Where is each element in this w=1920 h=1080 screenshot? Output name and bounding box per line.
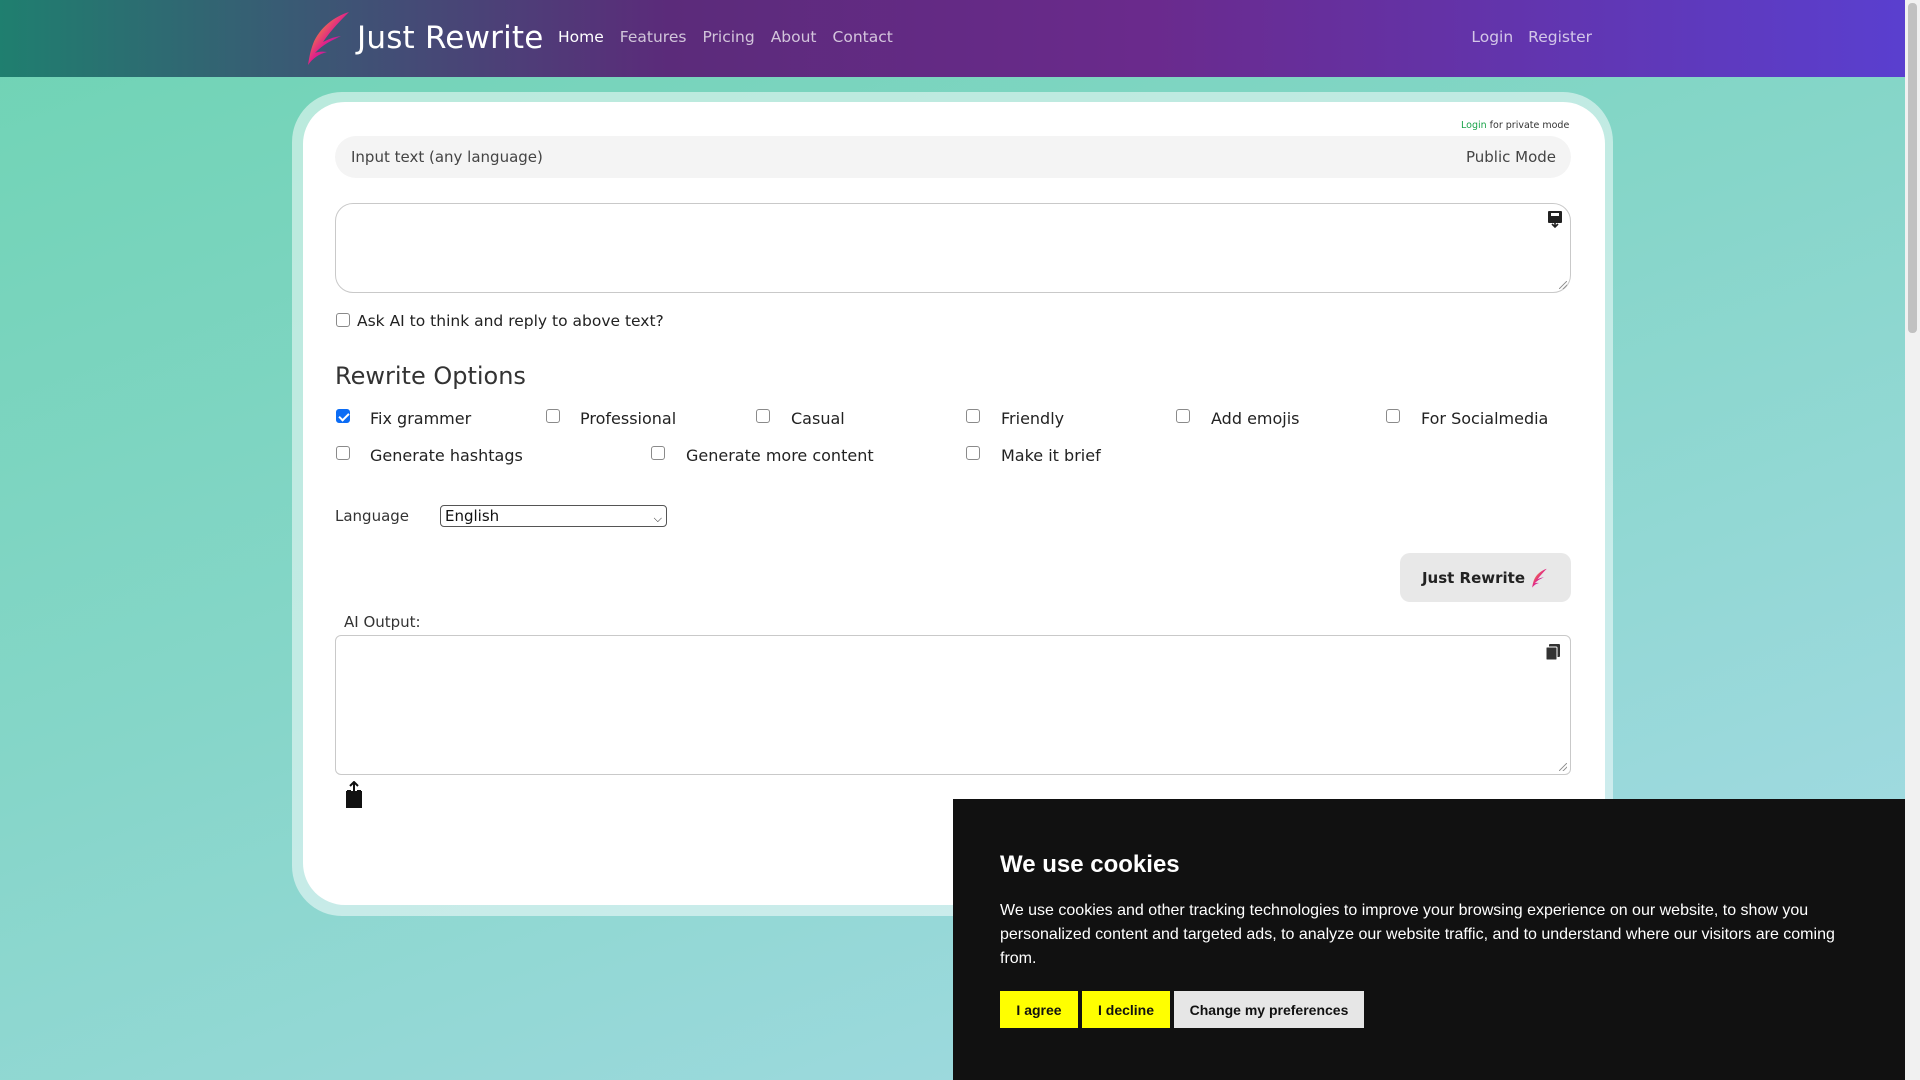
mode-indicator[interactable]: Public Mode bbox=[1466, 148, 1556, 166]
for-socialmedia-checkbox[interactable] bbox=[1386, 409, 1400, 423]
nav-register[interactable]: Register bbox=[1528, 28, 1592, 46]
share-icon[interactable] bbox=[344, 781, 364, 809]
brand[interactable]: Just Rewrite bbox=[305, 10, 544, 66]
generate-hashtags-label: Generate hashtags bbox=[370, 446, 523, 465]
for-socialmedia-label: For Socialmedia bbox=[1421, 409, 1549, 428]
cookie-text: We use cookies and other tracking techno… bbox=[1000, 902, 1835, 967]
private-login-link[interactable]: Login bbox=[1461, 120, 1487, 131]
nav-about[interactable]: About bbox=[771, 28, 817, 46]
input-header-bar: Input text (any language) Public Mode bbox=[335, 136, 1571, 178]
fix-grammar-label: Fix grammer bbox=[370, 409, 472, 428]
just-rewrite-button[interactable]: Just Rewrite bbox=[1400, 553, 1571, 602]
casual-checkbox[interactable] bbox=[756, 409, 770, 423]
cookie-preferences-button[interactable]: Change my preferences bbox=[1174, 991, 1364, 1028]
input-textarea[interactable] bbox=[335, 203, 1571, 293]
cookie-decline-button[interactable]: I decline bbox=[1082, 991, 1170, 1028]
nav-contact[interactable]: Contact bbox=[833, 28, 893, 46]
just-rewrite-button-label: Just Rewrite bbox=[1421, 568, 1526, 587]
think-checkbox[interactable] bbox=[336, 313, 350, 327]
nav-login[interactable]: Login bbox=[1471, 28, 1513, 46]
resize-handle[interactable] bbox=[1559, 763, 1567, 771]
casual-label: Casual bbox=[791, 409, 845, 428]
language-select[interactable]: English ⌵ bbox=[440, 505, 667, 527]
generate-more-content-checkbox[interactable] bbox=[651, 446, 665, 460]
cookie-banner: We use cookies We use cookies and other … bbox=[953, 799, 1905, 1080]
friendly-checkbox[interactable] bbox=[966, 409, 980, 423]
generate-more-content-label: Generate more content bbox=[686, 446, 874, 465]
resize-handle[interactable] bbox=[1559, 281, 1567, 289]
private-mode-note: Login for private mode bbox=[1461, 120, 1569, 131]
cookie-title: We use cookies bbox=[1000, 851, 1180, 878]
nav-home[interactable]: Home bbox=[558, 28, 604, 46]
make-it-brief-checkbox[interactable] bbox=[966, 446, 980, 460]
input-label: Input text (any language) bbox=[351, 148, 543, 166]
nav-features[interactable]: Features bbox=[620, 28, 687, 46]
language-selected-value: English bbox=[445, 507, 500, 525]
copy-icon[interactable] bbox=[1545, 643, 1561, 661]
professional-checkbox[interactable] bbox=[546, 409, 560, 423]
add-emojis-label: Add emojis bbox=[1211, 409, 1300, 428]
quill-logo-icon bbox=[308, 12, 349, 65]
main-nav: Home Features Pricing About Contact bbox=[558, 28, 909, 46]
friendly-label: Friendly bbox=[1001, 409, 1065, 428]
ai-output-label: AI Output: bbox=[344, 613, 421, 631]
output-textarea[interactable] bbox=[335, 635, 1571, 775]
professional-label: Professional bbox=[580, 409, 677, 428]
think-label: Ask AI to think and reply to above text? bbox=[357, 312, 664, 330]
top-navbar: Just Rewrite Home Features Pricing About… bbox=[0, 0, 1905, 77]
brand-name: Just Rewrite bbox=[357, 20, 544, 56]
auth-nav: Login Register bbox=[1471, 28, 1592, 46]
page-scrollbar[interactable] bbox=[1905, 0, 1920, 1080]
generate-hashtags-checkbox[interactable] bbox=[336, 446, 350, 460]
language-label: Language bbox=[335, 507, 410, 525]
paste-icon[interactable] bbox=[1546, 210, 1564, 228]
make-it-brief-label: Make it brief bbox=[1001, 446, 1101, 465]
rewrite-options-title: Rewrite Options bbox=[335, 362, 526, 390]
cookie-agree-button[interactable]: I agree bbox=[1000, 991, 1078, 1028]
add-emojis-checkbox[interactable] bbox=[1176, 409, 1190, 423]
chevron-down-icon: ⌵ bbox=[653, 512, 662, 525]
private-mode-text: for private mode bbox=[1489, 120, 1570, 131]
nav-pricing[interactable]: Pricing bbox=[702, 28, 754, 46]
quill-icon bbox=[1532, 568, 1547, 588]
scrollbar-thumb[interactable] bbox=[1908, 3, 1917, 333]
fix-grammar-checkbox[interactable] bbox=[336, 409, 350, 423]
